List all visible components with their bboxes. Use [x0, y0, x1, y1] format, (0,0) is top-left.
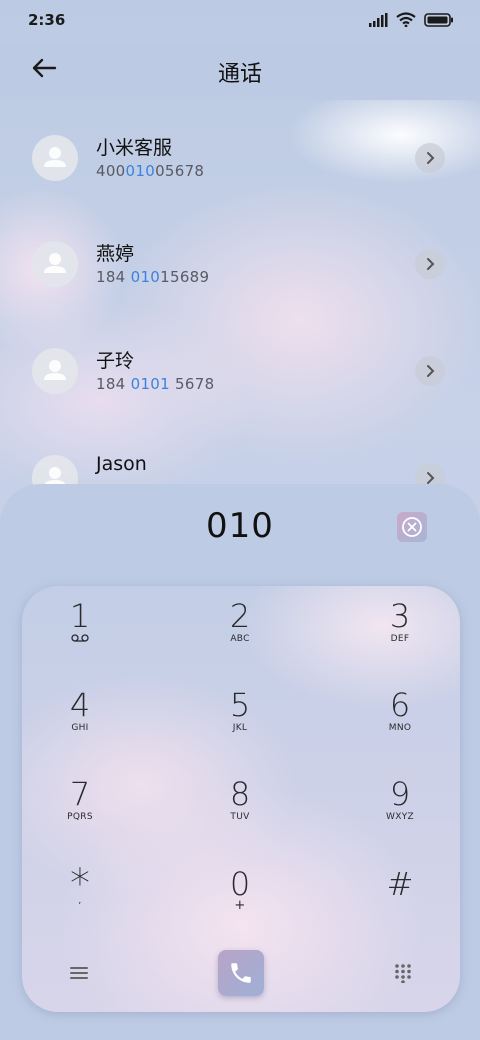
avatar — [32, 348, 78, 394]
phone-icon — [231, 963, 251, 983]
chevron-right-icon — [427, 365, 435, 377]
contact-name: 燕婷 — [96, 243, 135, 265]
contact-row[interactable]: 小米客服 40001005678 — [0, 135, 480, 225]
key-9[interactable]: 9 WXYZ — [340, 776, 460, 856]
key-3[interactable]: 3 DEF — [340, 598, 460, 678]
keypad-icon — [395, 964, 411, 983]
signal-icon — [368, 12, 388, 31]
header: 通话 — [0, 44, 480, 100]
status-time: 2:36 — [28, 11, 66, 29]
key-4[interactable]: 4 GHI — [22, 687, 140, 767]
key-7[interactable]: 7 PQRS — [22, 776, 140, 856]
key-8[interactable]: 8 TUV — [180, 776, 300, 856]
voicemail-icon — [22, 634, 140, 645]
person-icon — [44, 147, 66, 167]
dialer-sheet: 010 1 2 ABC 3 DEF 4 GHI 5 JKL 6 MNO 7 PQ… — [0, 484, 480, 1040]
chevron-right-icon — [427, 258, 435, 270]
call-button[interactable] — [218, 950, 264, 996]
status-bar: 2:36 — [0, 0, 480, 42]
contact-number: 40001005678 — [96, 162, 205, 180]
contact-detail-button[interactable] — [415, 249, 445, 279]
wifi-icon — [396, 12, 416, 31]
page-title: 通话 — [217, 62, 262, 87]
key-hash[interactable]: # — [340, 866, 460, 946]
key-0[interactable]: 0 + — [180, 866, 300, 946]
contact-name: Jason — [96, 453, 147, 475]
contact-row[interactable]: 燕婷 184 01015689 — [0, 241, 480, 331]
chevron-right-icon — [427, 472, 435, 484]
backspace-button[interactable] — [397, 512, 427, 542]
key-6[interactable]: 6 MNO — [340, 687, 460, 767]
keypad: 1 2 ABC 3 DEF 4 GHI 5 JKL 6 MNO 7 PQRS 8… — [22, 586, 460, 1012]
key-2[interactable]: 2 ABC — [180, 598, 300, 678]
battery-icon — [424, 12, 454, 31]
person-icon — [44, 253, 66, 273]
contact-number: 184 01015689 — [96, 268, 210, 286]
backspace-icon — [402, 517, 422, 537]
contact-detail-button[interactable] — [415, 356, 445, 386]
key-5[interactable]: 5 JKL — [180, 687, 300, 767]
avatar — [32, 135, 78, 181]
contact-name: 子玲 — [96, 350, 135, 372]
menu-button[interactable] — [64, 958, 94, 988]
chevron-right-icon — [427, 152, 435, 164]
menu-icon — [70, 967, 88, 979]
key-1[interactable]: 1 — [22, 598, 140, 678]
keypad-toggle-button[interactable] — [388, 958, 418, 988]
contact-detail-button[interactable] — [415, 143, 445, 173]
contact-number: 184 0101 5678 — [96, 375, 215, 393]
person-icon — [44, 360, 66, 380]
contact-row[interactable]: 子玲 184 0101 5678 — [0, 348, 480, 438]
avatar — [32, 241, 78, 287]
contact-name: 小米客服 — [96, 137, 173, 159]
key-star[interactable]: * , — [22, 864, 140, 946]
